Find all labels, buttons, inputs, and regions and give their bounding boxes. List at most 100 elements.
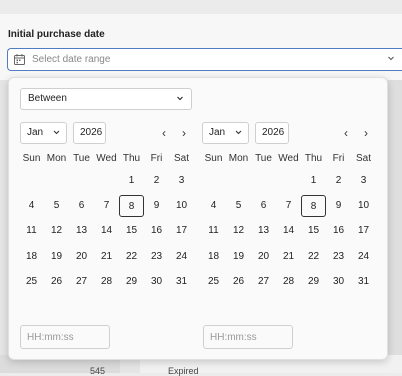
right-day-cell[interactable]: 3 [351, 170, 376, 192]
right-day-cell[interactable]: 6 [251, 195, 276, 217]
right-day-cell[interactable]: 4 [201, 195, 226, 217]
right-day-cell[interactable]: 7 [276, 195, 301, 217]
left-day-cell[interactable]: 9 [144, 195, 169, 217]
right-day-cell[interactable]: 31 [351, 271, 376, 293]
left-day-cell[interactable]: 18 [19, 246, 44, 268]
right-prev-month-button[interactable]: ‹ [339, 122, 353, 144]
right-time-field[interactable] [204, 326, 292, 348]
right-weekday-header: Mon [228, 153, 249, 164]
left-day-cell[interactable]: 11 [19, 220, 44, 242]
left-day-cell[interactable]: 7 [94, 195, 119, 217]
left-day-cell[interactable]: 22 [119, 246, 144, 268]
left-day-cell[interactable]: 1 [119, 170, 144, 192]
right-weekday-header: Fri [332, 153, 345, 164]
left-day-cell[interactable]: 26 [44, 271, 69, 293]
right-day-cell[interactable]: 1 [301, 170, 326, 192]
right-time-input[interactable] [203, 325, 293, 349]
right-day-cell[interactable]: 30 [326, 271, 351, 293]
left-day-cell[interactable]: 29 [119, 271, 144, 293]
left-month-value: Jan [27, 127, 44, 138]
range-mode-value: Between [28, 93, 67, 104]
right-day-cell[interactable]: 29 [301, 271, 326, 293]
left-weekday-header: Thu [122, 153, 141, 164]
left-day-cell[interactable]: 21 [94, 246, 119, 268]
date-range-input[interactable]: Select date range [7, 48, 402, 71]
right-day-cell[interactable]: 22 [301, 246, 326, 268]
date-range-placeholder: Select date range [32, 54, 111, 65]
right-day-cell[interactable]: 21 [276, 246, 301, 268]
right-day-cell[interactable]: 15 [301, 220, 326, 242]
right-year-input[interactable]: 2026 [255, 122, 289, 144]
top-band [0, 0, 402, 14]
background-status: Expired [168, 366, 199, 376]
left-day-cell[interactable]: 6 [69, 195, 94, 217]
right-month-select[interactable]: Jan [202, 122, 249, 144]
left-next-month-button[interactable]: › [177, 122, 191, 144]
left-day-cell[interactable]: 23 [144, 246, 169, 268]
left-day-cell[interactable]: 30 [144, 271, 169, 293]
right-day-cell[interactable]: 16 [326, 220, 351, 242]
right-weekday-header: Sun [204, 153, 223, 164]
right-day-cell[interactable]: 23 [326, 246, 351, 268]
right-day-cell[interactable]: 17 [351, 220, 376, 242]
right-day-cell[interactable]: 19 [226, 246, 251, 268]
left-day-cell[interactable]: 4 [19, 195, 44, 217]
left-weekday-header: Wed [96, 153, 117, 164]
right-day-cell[interactable]: 14 [276, 220, 301, 242]
chevron-down-icon [175, 93, 185, 106]
right-day-cell[interactable]: 5 [226, 195, 251, 217]
right-day-cell[interactable]: 24 [351, 246, 376, 268]
left-day-cell[interactable]: 15 [119, 220, 144, 242]
calendar-icon [14, 54, 25, 68]
right-day-cell[interactable]: 13 [251, 220, 276, 242]
right-day-cell[interactable]: 12 [226, 220, 251, 242]
left-year-input[interactable]: 2026 [73, 122, 106, 144]
right-weekday-header: Thu [304, 153, 323, 164]
left-day-cell-today[interactable]: 8 [119, 195, 144, 217]
left-day-cell[interactable]: 24 [169, 246, 194, 268]
left-day-cell[interactable]: 17 [169, 220, 194, 242]
left-day-cell[interactable]: 27 [69, 271, 94, 293]
date-range-popup: Between Jan 2026 ‹ › Jan 2026 ‹ › Sun Mon… [8, 77, 388, 360]
right-day-cell[interactable]: 25 [201, 271, 226, 293]
chevron-down-icon [234, 127, 243, 140]
left-day-cell[interactable]: 12 [44, 220, 69, 242]
field-label: Initial purchase date [8, 29, 105, 40]
left-day-cell[interactable]: 19 [44, 246, 69, 268]
right-month-value: Jan [209, 127, 226, 138]
right-weekday-header: Wed [278, 153, 299, 164]
right-day-cell[interactable]: 20 [251, 246, 276, 268]
right-day-cell[interactable]: 9 [326, 195, 351, 217]
range-mode-select[interactable]: Between [20, 88, 192, 110]
right-day-cell[interactable]: 28 [276, 271, 301, 293]
right-weekday-header: Sat [355, 153, 371, 164]
right-day-cell[interactable]: 26 [226, 271, 251, 293]
background-scroll-strip [388, 80, 402, 355]
left-weekday-header: Fri [150, 153, 163, 164]
left-day-cell[interactable]: 16 [144, 220, 169, 242]
right-next-month-button[interactable]: › [359, 122, 373, 144]
left-day-cell[interactable]: 20 [69, 246, 94, 268]
left-day-cell[interactable]: 25 [19, 271, 44, 293]
left-year-value: 2026 [80, 127, 103, 138]
left-day-cell[interactable]: 31 [169, 271, 194, 293]
left-month-select[interactable]: Jan [20, 122, 67, 144]
right-day-cell[interactable]: 27 [251, 271, 276, 293]
chevron-down-icon[interactable] [386, 53, 396, 66]
right-day-cell[interactable]: 10 [351, 195, 376, 217]
left-day-cell[interactable]: 13 [69, 220, 94, 242]
left-day-cell[interactable]: 14 [94, 220, 119, 242]
left-day-cell[interactable]: 10 [169, 195, 194, 217]
left-time-input[interactable] [20, 325, 110, 349]
left-day-cell[interactable]: 28 [94, 271, 119, 293]
right-day-cell[interactable]: 2 [326, 170, 351, 192]
left-time-field[interactable] [21, 326, 109, 348]
left-day-cell[interactable]: 3 [169, 170, 194, 192]
right-day-cell-today[interactable]: 8 [301, 195, 326, 217]
right-weekday-header: Tue [255, 153, 272, 164]
left-day-cell[interactable]: 2 [144, 170, 169, 192]
right-day-cell[interactable]: 18 [201, 246, 226, 268]
left-prev-month-button[interactable]: ‹ [157, 122, 171, 144]
left-day-cell[interactable]: 5 [44, 195, 69, 217]
right-day-cell[interactable]: 11 [201, 220, 226, 242]
